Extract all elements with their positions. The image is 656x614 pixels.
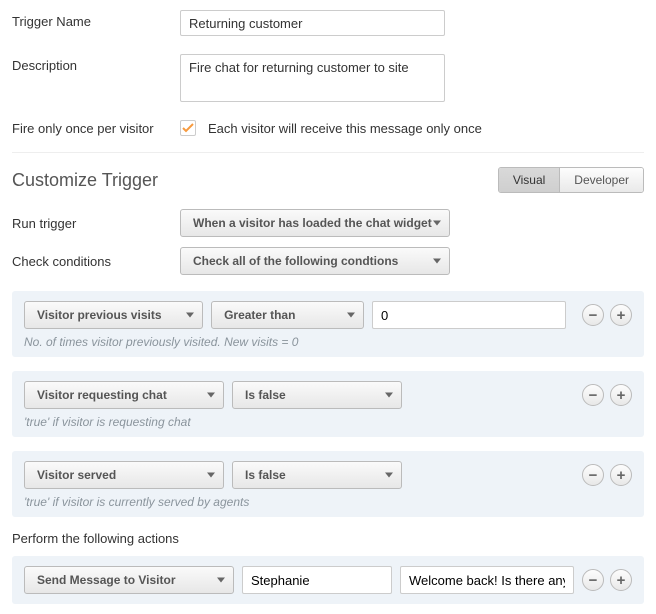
tab-developer[interactable]: Developer (560, 168, 643, 192)
chevron-down-icon (385, 393, 393, 398)
chevron-down-icon (347, 313, 355, 318)
chevron-down-icon (433, 259, 441, 264)
condition-block: Visitor served Is false − + 'true' if vi… (12, 451, 644, 517)
divider (12, 152, 644, 153)
condition-block: Visitor requesting chat Is false − + 'tr… (12, 371, 644, 437)
add-condition-button[interactable]: + (610, 304, 632, 326)
chevron-down-icon (385, 473, 393, 478)
action-type-select[interactable]: Send Message to Visitor (24, 566, 234, 594)
chevron-down-icon (207, 393, 215, 398)
chevron-down-icon (217, 578, 225, 583)
remove-condition-button[interactable]: − (582, 384, 604, 406)
chevron-down-icon (433, 221, 441, 226)
check-icon (182, 123, 194, 133)
condition-hint: 'true' if visitor is currently served by… (24, 495, 632, 509)
condition-field-value: Visitor served (37, 468, 116, 482)
check-conditions-label: Check conditions (12, 254, 180, 269)
add-condition-button[interactable]: + (610, 384, 632, 406)
condition-hint: 'true' if visitor is requesting chat (24, 415, 632, 429)
trigger-name-label: Trigger Name (12, 10, 180, 29)
remove-condition-button[interactable]: − (582, 464, 604, 486)
remove-action-button[interactable]: − (582, 569, 604, 591)
condition-field-value: Visitor requesting chat (37, 388, 167, 402)
condition-operator-value: Is false (245, 388, 286, 402)
action-message-input[interactable] (400, 566, 574, 594)
run-trigger-value: When a visitor has loaded the chat widge… (193, 216, 432, 230)
condition-operator-select[interactable]: Is false (232, 461, 402, 489)
fire-once-help: Each visitor will receive this message o… (208, 121, 482, 136)
trigger-name-input[interactable] (180, 10, 445, 36)
condition-field-value: Visitor previous visits (37, 308, 162, 322)
action-type-value: Send Message to Visitor (37, 573, 176, 587)
condition-field-select[interactable]: Visitor requesting chat (24, 381, 224, 409)
condition-operator-select[interactable]: Is false (232, 381, 402, 409)
add-condition-button[interactable]: + (610, 464, 632, 486)
description-input[interactable]: Fire chat for returning customer to site (180, 54, 445, 102)
fire-once-checkbox[interactable] (180, 120, 196, 136)
tab-visual[interactable]: Visual (499, 168, 560, 192)
condition-field-select[interactable]: Visitor previous visits (24, 301, 203, 329)
condition-field-select[interactable]: Visitor served (24, 461, 224, 489)
description-label: Description (12, 54, 180, 73)
actions-label: Perform the following actions (12, 531, 644, 546)
add-action-button[interactable]: + (610, 569, 632, 591)
condition-operator-value: Greater than (224, 308, 295, 322)
run-trigger-select[interactable]: When a visitor has loaded the chat widge… (180, 209, 450, 237)
check-conditions-value: Check all of the following condtions (193, 254, 398, 268)
condition-operator-select[interactable]: Greater than (211, 301, 364, 329)
action-name-input[interactable] (242, 566, 392, 594)
check-conditions-select[interactable]: Check all of the following condtions (180, 247, 450, 275)
condition-block: Visitor previous visits Greater than − +… (12, 291, 644, 357)
condition-hint: No. of times visitor previously visited.… (24, 335, 632, 349)
condition-operator-value: Is false (245, 468, 286, 482)
condition-value-input[interactable] (372, 301, 566, 329)
customize-title: Customize Trigger (12, 170, 158, 191)
fire-once-label: Fire only once per visitor (12, 121, 180, 136)
run-trigger-label: Run trigger (12, 216, 180, 231)
remove-condition-button[interactable]: − (582, 304, 604, 326)
mode-tabs: Visual Developer (498, 167, 644, 193)
chevron-down-icon (207, 473, 215, 478)
chevron-down-icon (186, 313, 194, 318)
action-block: Send Message to Visitor − + (12, 556, 644, 604)
